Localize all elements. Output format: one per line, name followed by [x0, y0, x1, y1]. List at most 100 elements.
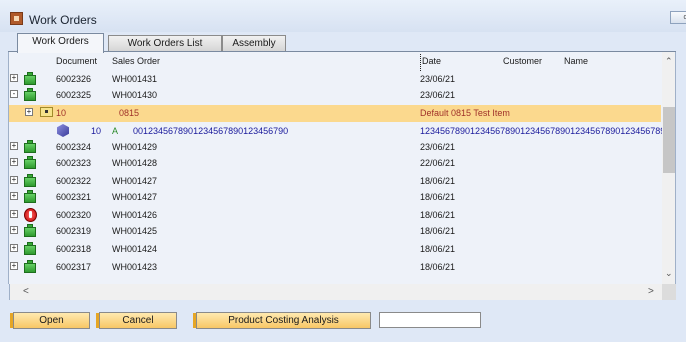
expand-icon[interactable]: + [10, 226, 18, 234]
tab-work-orders-list[interactable]: Work Orders List [108, 35, 222, 52]
column-document[interactable]: Document [56, 56, 97, 66]
cancel-button[interactable]: Cancel [96, 312, 177, 329]
expand-icon[interactable]: + [10, 192, 18, 200]
column-customer[interactable]: Customer [503, 56, 542, 66]
folder-icon [40, 107, 53, 117]
work-order-icon [23, 190, 37, 203]
sub-child-row[interactable]: 10 A 0012345678901234567890123456790 123… [9, 123, 665, 139]
scroll-thumb[interactable] [663, 107, 675, 173]
expand-icon[interactable]: + [10, 210, 18, 218]
date-cell: 23/06/21 [420, 142, 456, 152]
open-button[interactable]: Open [10, 312, 90, 329]
work-order-icon [23, 224, 37, 237]
work-order-icon [23, 88, 37, 101]
document-cell: 6002324 [56, 142, 92, 152]
sales-order-cell: WH001424 [112, 244, 158, 254]
component-description-cell: 1234567890123456789012345678901234567890… [420, 126, 666, 136]
product-costing-label: Product Costing Analysis [228, 315, 339, 326]
sales-order-cell: WH001429 [112, 142, 158, 152]
scroll-up-icon[interactable]: ⌃ [665, 56, 673, 67]
expand-icon[interactable]: + [25, 108, 33, 116]
date-cell: 22/06/21 [420, 158, 456, 168]
sales-order-cell: WH001425 [112, 226, 158, 236]
maximize-button[interactable]: c [670, 11, 686, 24]
expand-icon[interactable]: + [10, 244, 18, 252]
product-costing-analysis-button[interactable]: Product Costing Analysis [193, 312, 371, 329]
button-grip [10, 313, 13, 328]
title-bar: Work Orders c [0, 0, 686, 32]
table-row[interactable]: + 6002320 WH001426 18/06/21 [9, 207, 661, 223]
expand-icon[interactable]: + [10, 74, 18, 82]
expand-icon[interactable]: + [10, 158, 18, 166]
document-cell: 6002326 [56, 74, 92, 84]
date-cell: 18/06/21 [420, 244, 456, 254]
work-order-icon [23, 242, 37, 255]
table-row[interactable]: + 6002321 WH001427 18/06/21 [9, 189, 661, 205]
table-row[interactable]: + 6002326 WH001431 23/06/21 [9, 71, 661, 87]
button-bar: Open Cancel Product Costing Analysis [0, 300, 686, 342]
work-order-icon [23, 140, 37, 153]
sales-order-cell: WH001426 [112, 210, 158, 220]
sales-order-cell: WH001430 [112, 90, 158, 100]
scroll-down-icon[interactable]: ⌄ [665, 268, 673, 279]
date-cell: 18/06/21 [420, 226, 456, 236]
expand-icon[interactable]: + [10, 176, 18, 184]
open-button-label: Open [39, 315, 64, 326]
table-row[interactable]: + 6002322 WH001427 18/06/21 [9, 173, 661, 189]
expand-icon[interactable]: + [10, 262, 18, 270]
date-cell: 23/06/21 [420, 74, 456, 84]
button-grip [193, 313, 196, 328]
table-row[interactable]: - 6002325 WH001430 23/06/21 [9, 87, 661, 103]
cancel-button-label: Cancel [122, 315, 154, 326]
column-separator[interactable] [420, 54, 421, 71]
date-cell: 18/06/21 [420, 192, 456, 202]
scroll-right-icon[interactable]: > [648, 286, 654, 297]
sales-order-cell: WH001423 [112, 262, 158, 272]
work-order-icon [23, 174, 37, 187]
column-name[interactable]: Name [564, 56, 588, 66]
selected-child-row[interactable]: + 10 0815 Default 0815 Test Item [9, 105, 661, 122]
document-cell: 6002320 [56, 210, 92, 220]
work-order-icon [23, 156, 37, 169]
search-input[interactable] [379, 312, 481, 328]
scroll-left-icon[interactable]: < [23, 286, 29, 297]
stop-hand-icon [23, 208, 37, 222]
document-cell: 6002317 [56, 262, 92, 272]
line-cell: 10 [56, 108, 67, 118]
document-cell: 6002318 [56, 244, 92, 254]
date-cell: 23/06/21 [420, 90, 456, 100]
collapse-icon[interactable]: - [10, 90, 18, 98]
column-sales-order[interactable]: Sales Order [112, 56, 160, 66]
sales-order-cell: WH001431 [112, 74, 158, 84]
horizontal-scrollbar[interactable]: < > [9, 284, 676, 300]
document-cell: 6002322 [56, 176, 92, 186]
expand-icon[interactable]: + [10, 142, 18, 150]
component-code-cell: 0012345678901234567890123456790 [133, 126, 289, 136]
component-cube-icon [57, 124, 69, 137]
grid-header: Document Sales Order Date Customer Name [9, 52, 661, 71]
item-code-cell: 0815 [119, 108, 140, 118]
column-date[interactable]: Date [422, 56, 441, 66]
table-row[interactable]: + 6002318 WH001424 18/06/21 [9, 241, 661, 257]
work-orders-grid[interactable]: Document Sales Order Date Customer Name … [8, 52, 676, 284]
date-cell: 18/06/21 [420, 176, 456, 186]
work-order-icon [23, 260, 37, 273]
window-title: Work Orders [29, 13, 97, 27]
tab-work-orders[interactable]: Work Orders [17, 33, 104, 53]
tab-assembly[interactable]: Assembly [222, 35, 286, 52]
table-row[interactable]: + 6002324 WH001429 23/06/21 [9, 139, 661, 155]
tab-strip: Work Orders Work Orders List Assembly [0, 32, 686, 53]
document-cell: 6002325 [56, 90, 92, 100]
date-cell: 18/06/21 [420, 210, 456, 220]
sales-order-cell: WH001427 [112, 192, 158, 202]
table-row[interactable]: + 6002323 WH001428 22/06/21 [9, 155, 661, 171]
date-cell: 18/06/21 [420, 262, 456, 272]
item-description-cell: Default 0815 Test Item [420, 108, 510, 118]
button-grip [96, 313, 99, 328]
vertical-scrollbar[interactable]: ⌃ ⌄ [662, 52, 675, 284]
scrollbar-corner [662, 284, 676, 300]
document-cell: 6002319 [56, 226, 92, 236]
table-row[interactable]: + 6002317 WH001423 18/06/21 [9, 259, 661, 275]
table-row[interactable]: + 6002319 WH001425 18/06/21 [9, 223, 661, 239]
document-cell: 6002323 [56, 158, 92, 168]
